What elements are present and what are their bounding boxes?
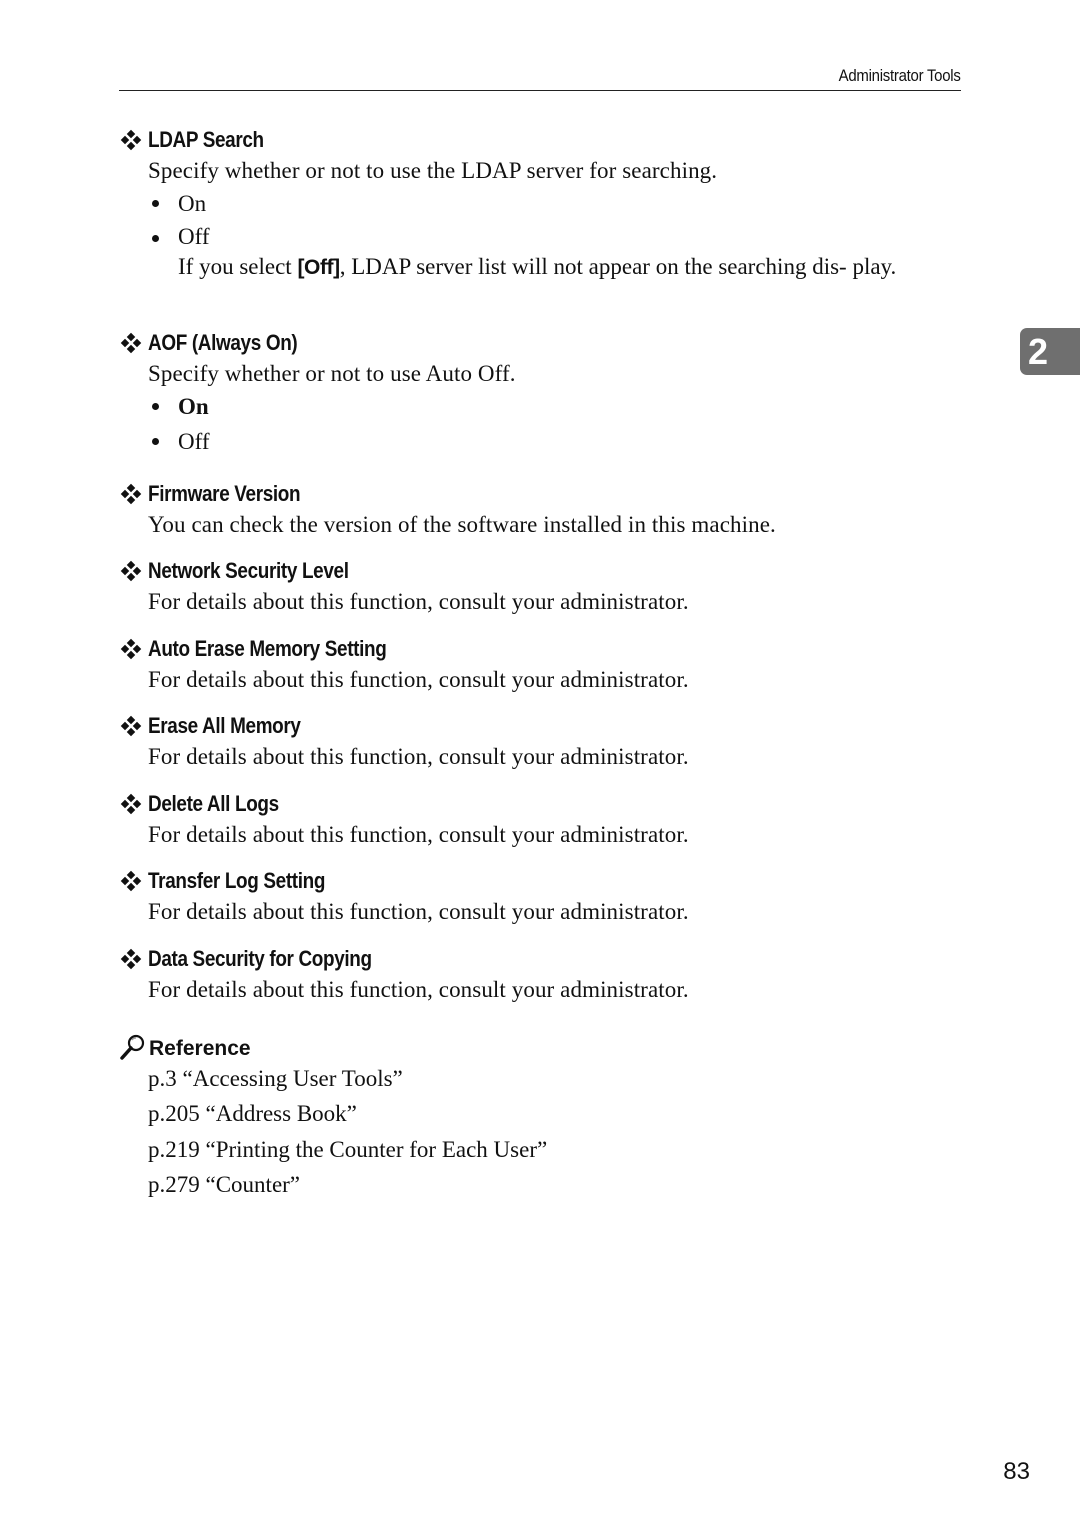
option-list: On Off bbox=[148, 186, 964, 253]
note-text: If you select bbox=[178, 254, 298, 279]
section-description: For details about this function, consult… bbox=[148, 821, 689, 847]
diamond-bullet-icon bbox=[120, 638, 142, 659]
section-description: Specify whether or not to use Auto Off. bbox=[148, 361, 516, 386]
key-label: [Off] bbox=[297, 256, 340, 279]
chapter-tab[interactable]: 2 bbox=[1020, 328, 1080, 375]
option-list: On Off bbox=[148, 389, 964, 459]
section-title: AOF (Always On) bbox=[148, 330, 298, 355]
section-heading: AOF (Always On) bbox=[119, 327, 964, 359]
option-label: Off bbox=[178, 224, 210, 249]
section-description: You can check the version of the softwar… bbox=[148, 512, 776, 537]
section-title: Network Security Level bbox=[148, 558, 349, 583]
diamond-bullet-icon bbox=[120, 948, 142, 969]
section-heading: LDAP Search bbox=[119, 124, 964, 156]
page-number: 83 bbox=[1003, 1458, 1030, 1485]
section-data-security-for-copying: Data Security for Copying For details ab… bbox=[119, 943, 964, 1023]
reference-block: Reference p.3 “Accessing User Tools” p.2… bbox=[119, 1031, 964, 1203]
page-content: LDAP Search Specify whether or not to us… bbox=[119, 124, 964, 1203]
section-description: For details about this function, consult… bbox=[148, 899, 689, 924]
diamond-bullet-icon bbox=[120, 715, 142, 737]
bullet-icon bbox=[152, 438, 159, 445]
section-aof: AOF (Always On) Specify whether or not t… bbox=[119, 327, 964, 478]
section-heading: Network Security Level bbox=[119, 555, 964, 587]
diamond-bullet-icon bbox=[120, 560, 142, 582]
option-note: If you select [Off], LDAP server list wi… bbox=[178, 253, 964, 282]
section-title: Erase All Memory bbox=[148, 713, 301, 738]
reference-link[interactable]: p.219 “Printing the Counter for Each Use… bbox=[148, 1132, 964, 1168]
diamond-bullet-icon bbox=[120, 332, 142, 354]
running-header: Administrator Tools bbox=[119, 62, 961, 91]
reference-link[interactable]: p.279 “Counter” bbox=[148, 1167, 964, 1203]
section-title: LDAP Search bbox=[148, 127, 264, 152]
section-heading: Auto Erase Memory Setting bbox=[119, 633, 964, 665]
note-text: , LDAP server list will not appear on th… bbox=[339, 254, 897, 279]
reference-list: p.3 “Accessing User Tools” p.205 “Addres… bbox=[148, 1061, 964, 1203]
section-heading: Firmware Version bbox=[119, 478, 964, 510]
section-auto-erase-memory-setting: Auto Erase Memory Setting For details ab… bbox=[119, 633, 964, 711]
section-description: For details about this function, consult… bbox=[148, 976, 689, 1002]
section-delete-all-logs: Delete All Logs For details about this f… bbox=[119, 788, 964, 866]
reference-link[interactable]: p.205 “Address Book” bbox=[148, 1096, 964, 1132]
diamond-bullet-icon bbox=[120, 129, 142, 151]
bullet-icon bbox=[152, 403, 159, 410]
diamond-bullet-icon bbox=[120, 793, 142, 814]
section-description: For details about this function, consult… bbox=[148, 589, 689, 614]
section-description: Specify whether or not to use the LDAP s… bbox=[148, 158, 718, 183]
section-heading: Erase All Memory bbox=[119, 710, 964, 742]
bullet-icon bbox=[152, 235, 159, 242]
section-description: For details about this function, consult… bbox=[148, 666, 689, 692]
option-item: On bbox=[148, 186, 964, 221]
section-description: For details about this function, consult… bbox=[148, 744, 689, 769]
diamond-bullet-icon bbox=[120, 483, 142, 505]
option-item-default: On bbox=[148, 389, 964, 424]
section-title: Firmware Version bbox=[148, 481, 301, 506]
option-label: Off bbox=[178, 429, 210, 454]
section-transfer-log-setting: Transfer Log Setting For details about t… bbox=[119, 865, 964, 943]
option-label: On bbox=[178, 394, 209, 419]
section-erase-all-memory: Erase All Memory For details about this … bbox=[119, 710, 964, 788]
section-title: Transfer Log Setting bbox=[148, 868, 326, 893]
section-title: Data Security for Copying bbox=[148, 945, 372, 971]
option-item: Off bbox=[148, 221, 964, 253]
running-title: Administrator Tools bbox=[839, 66, 961, 85]
reference-link[interactable]: p.3 “Accessing User Tools” bbox=[148, 1061, 964, 1097]
section-network-security-level: Network Security Level For details about… bbox=[119, 555, 964, 633]
section-firmware-version: Firmware Version You can check the versi… bbox=[119, 478, 964, 555]
diamond-bullet-icon bbox=[120, 870, 142, 892]
section-heading: Delete All Logs bbox=[119, 788, 964, 820]
option-label: On bbox=[178, 191, 207, 216]
section-heading: Data Security for Copying bbox=[119, 943, 964, 975]
bullet-icon bbox=[152, 200, 159, 207]
section-heading: Transfer Log Setting bbox=[119, 865, 964, 897]
reference-title: Reference bbox=[149, 1036, 251, 1060]
reference-heading: Reference bbox=[119, 1031, 964, 1061]
magnifier-icon bbox=[120, 1034, 145, 1060]
section-ldap-search: LDAP Search Specify whether or not to us… bbox=[119, 124, 964, 312]
option-item: Off bbox=[148, 424, 964, 459]
section-title: Delete All Logs bbox=[148, 790, 279, 816]
section-title: Auto Erase Memory Setting bbox=[148, 635, 387, 661]
